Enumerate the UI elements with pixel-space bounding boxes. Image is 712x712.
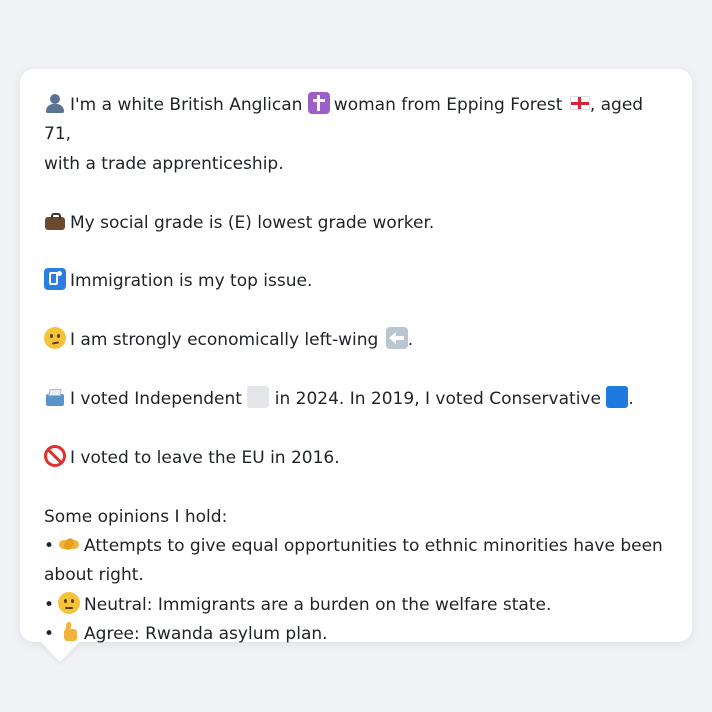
issue-text: Immigration is my top issue. (70, 271, 313, 292)
handshake-icon (58, 533, 80, 555)
blue-square-icon (606, 386, 629, 408)
identity-text-2: woman from Epping Forest (333, 95, 563, 115)
issue-paragraph: Immigration is my top issue. (44, 267, 668, 296)
vote-paragraph: I voted Independent in 2024. In 2019, I … (44, 385, 668, 414)
ballot-box-icon (44, 386, 66, 408)
identity-paragraph: I'm a white British Anglican woman from … (44, 91, 668, 179)
thinking-face-icon (44, 327, 66, 350)
neutral-face-icon (58, 591, 81, 614)
opinion-item: • Agree: Rwanda asylum plan. (44, 620, 668, 649)
briefcase-icon (44, 210, 66, 232)
opinion-item: • Attempts to give equal opportunities to… (44, 532, 668, 591)
passport-control-icon (44, 268, 66, 291)
vote-text-2: in 2024. In 2019, I voted Conservative (274, 389, 601, 409)
persona-card: I'm a white British Anglican woman from … (20, 69, 692, 644)
identity-text-1: I'm a white British Anglican (70, 95, 303, 115)
prohibited-icon (44, 444, 66, 467)
opinion-text: Agree: Rwanda asylum plan. (84, 624, 328, 645)
eu-paragraph: I voted to leave the EU in 2016. (44, 444, 668, 473)
grade-text: My social grade is (E) lowest grade work… (70, 212, 435, 233)
england-flag-icon (569, 96, 590, 110)
thumbs-up-icon (58, 621, 80, 643)
bullet: • (44, 536, 55, 556)
grade-paragraph: My social grade is (E) lowest grade work… (44, 209, 668, 238)
eu-text: I voted to leave the EU in 2016. (70, 447, 340, 468)
vote-end: . (628, 389, 634, 409)
opinions-heading: Some opinions I hold: (44, 506, 228, 527)
opinion-text: Attempts to give equal opportunities to … (84, 536, 663, 556)
vote-text-1: I voted Independent (70, 389, 242, 409)
bust-in-silhouette-icon (44, 92, 66, 114)
grey-square-icon (247, 386, 270, 408)
opinion-text: Neutral: Immigrants are a burden on the … (84, 594, 552, 615)
opinion-item: • Neutral: Immigrants are a burden on the… (44, 591, 668, 620)
opinion-text-continued: about right. (44, 565, 144, 586)
bullet: • (44, 594, 55, 615)
bubble-tail (40, 641, 80, 662)
latin-cross-icon (307, 92, 330, 114)
identity-text-4: with a trade apprenticeship. (44, 153, 284, 174)
left-arrow-icon (385, 327, 408, 350)
economics-paragraph: I am strongly economically left-wing . (44, 326, 668, 355)
economics-end: . (407, 330, 414, 351)
economics-text: I am strongly economically left-wing (70, 330, 379, 351)
